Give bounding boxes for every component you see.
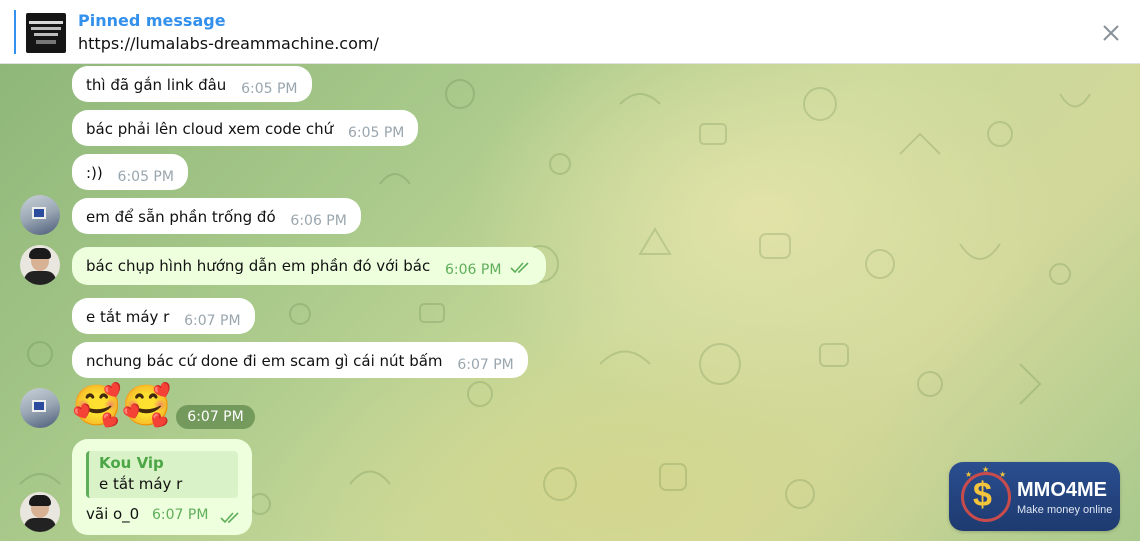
quoted-message[interactable]: Kou Vip e tắt máy r <box>86 451 238 498</box>
message-bubble[interactable]: nchung bác cứ done đi em scam gì cái nút… <box>72 342 528 378</box>
message-time: 6:07 PM <box>457 357 514 373</box>
message-time: 6:06 PM <box>445 262 502 278</box>
dollar-icon: $ <box>973 476 992 514</box>
watermark-name: MMO4ME <box>1017 479 1107 501</box>
message-time: 6:05 PM <box>241 81 298 97</box>
message-time: 6:06 PM <box>290 213 347 229</box>
pinned-title: Pinned message <box>78 11 226 30</box>
avatar[interactable] <box>20 245 60 285</box>
chat-area[interactable]: thì đã gắn link đâu 6:05 PM bác phải lên… <box>0 64 1140 541</box>
message-text: :)) <box>86 163 103 182</box>
message-text: thì đã gắn link đâu <box>86 75 227 94</box>
reply-message-bubble[interactable]: Kou Vip e tắt máy r vãi o_0 6:07 PM <box>72 439 252 535</box>
message-bubble[interactable]: :)) 6:05 PM <box>72 154 188 190</box>
message-bubble[interactable]: e tắt máy r 6:07 PM <box>72 298 255 334</box>
message-bubble[interactable]: em để sẵn phần trống đó 6:06 PM <box>72 198 361 234</box>
message-time: 6:07 PM <box>176 405 255 429</box>
close-icon[interactable] <box>1098 20 1124 46</box>
avatar[interactable] <box>20 388 60 428</box>
pinned-thumbnail <box>26 13 66 53</box>
quote-author: Kou Vip <box>99 454 164 472</box>
message-bubble[interactable]: thì đã gắn link đâu 6:05 PM <box>72 66 312 102</box>
message-text: bác chụp hình hướng dẫn em phần đó với b… <box>86 256 431 275</box>
pinned-text[interactable]: https://lumalabs-dreammachine.com/ <box>78 34 379 53</box>
outgoing-message-bubble[interactable]: bác chụp hình hướng dẫn em phần đó với b… <box>72 247 547 285</box>
double-check-icon <box>220 509 242 528</box>
message-time: 6:07 PM <box>184 313 241 329</box>
message-text: em để sẵn phần trống đó <box>86 207 276 226</box>
watermark-tagline: Make money online <box>1017 504 1113 516</box>
watermark-badge: $ ★ ★ ★ MMO4ME Make money online <box>949 462 1120 531</box>
message-time: 6:05 PM <box>117 169 174 185</box>
double-check-icon <box>510 259 532 279</box>
emoji-message[interactable]: 🥰🥰 <box>72 382 172 430</box>
message-text: vãi o_0 <box>86 505 140 523</box>
pinned-accent-bar <box>14 10 16 54</box>
message-text: nchung bác cứ done đi em scam gì cái nút… <box>86 351 443 370</box>
quote-text: e tắt máy r <box>99 475 183 493</box>
pinned-message-bar[interactable]: Pinned message https://lumalabs-dreammac… <box>0 0 1140 64</box>
message-text: bác phải lên cloud xem code chứ <box>86 119 334 138</box>
message-text: e tắt máy r <box>86 307 170 326</box>
avatar[interactable] <box>20 492 60 532</box>
message-bubble[interactable]: bác phải lên cloud xem code chứ 6:05 PM <box>72 110 419 146</box>
avatar[interactable] <box>20 195 60 235</box>
message-time: 6:07 PM <box>152 507 209 523</box>
message-time: 6:05 PM <box>347 125 405 141</box>
